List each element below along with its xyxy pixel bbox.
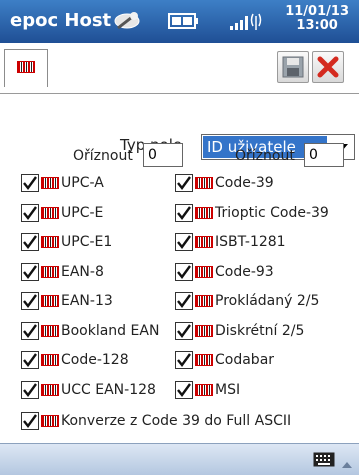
clock-date: 11/01/13 <box>285 4 349 19</box>
chevron-up-icon[interactable] <box>342 454 352 473</box>
checkbox-box[interactable] <box>21 380 39 399</box>
checkbox-label: UPC-E1 <box>61 234 113 250</box>
trim-left-label: Oříznout <box>73 148 133 164</box>
barcode-icon <box>41 206 59 219</box>
barcode-icon <box>195 177 213 189</box>
barcode-icon <box>41 354 59 366</box>
trim-right-label: Oříznout <box>235 148 295 164</box>
barcode-icon <box>41 324 59 337</box>
checkbox-isbt-1281[interactable]: ISBT-1281 <box>175 231 286 253</box>
checkbox-upc-e1[interactable]: UPC-E1 <box>21 231 112 253</box>
checkbox-bookland-ean[interactable]: Bookland EAN <box>21 320 159 342</box>
checkbox-label: Konverze z Code 39 do Full ASCII <box>61 413 292 429</box>
sync-icon[interactable] <box>112 8 142 38</box>
clock-time: 13:00 <box>296 18 338 33</box>
barcode-icon <box>41 177 59 189</box>
checkbox-label: MSI <box>215 381 241 398</box>
toolbar <box>0 43 359 94</box>
checkbox-ean-13[interactable]: EAN-13 <box>21 290 113 312</box>
checkbox-box[interactable] <box>21 233 39 251</box>
barcode-icon <box>41 265 59 278</box>
barcode-icon <box>17 61 35 73</box>
barcode-icon <box>195 354 213 366</box>
title-bar: epoc Host 11/01/13 13:00 <box>0 0 359 43</box>
checkbox-box[interactable] <box>21 292 39 310</box>
checkbox-box[interactable] <box>175 203 193 222</box>
checkbox-full-ascii[interactable]: Konverze z Code 39 do Full ASCII <box>21 410 291 432</box>
checkbox-label: Codabar <box>215 352 275 368</box>
checkbox-box[interactable] <box>21 412 39 430</box>
checkbox-box[interactable] <box>21 321 39 340</box>
red-x-icon <box>317 56 339 78</box>
barcode-icon <box>41 295 59 307</box>
keyboard-icon[interactable] <box>313 452 335 471</box>
barcode-icon <box>41 415 59 427</box>
barcode-icon <box>195 295 213 307</box>
checkbox-label: ISBT-1281 <box>215 234 286 250</box>
checkbox-label: UPC-E <box>61 204 104 221</box>
checkbox-label: Code-39 <box>215 175 274 191</box>
floppy-save-icon <box>282 56 304 78</box>
checkbox-box[interactable] <box>175 292 193 310</box>
checkbox-upc-e[interactable]: UPC-E <box>21 202 103 224</box>
checkbox-box[interactable] <box>175 262 193 281</box>
checkbox-ean-8[interactable]: EAN-8 <box>21 261 104 283</box>
barcode-icon <box>41 383 59 396</box>
checkbox-label: Code-93 <box>215 263 274 280</box>
checkbox-upc-a[interactable]: UPC-A <box>21 172 104 194</box>
checkbox-box[interactable] <box>21 203 39 222</box>
checkbox-label: EAN-13 <box>61 293 113 309</box>
checkbox-label: Bookland EAN <box>61 322 160 339</box>
checkbox-label: Trioptic Code-39 <box>215 204 329 221</box>
checkbox-codabar[interactable]: Codabar <box>175 349 274 371</box>
checkbox-label: Diskrétní 2/5 <box>215 322 305 339</box>
checkbox-box[interactable] <box>175 321 193 340</box>
checkbox-box[interactable] <box>21 351 39 369</box>
checkbox-label: Code-128 <box>61 352 129 368</box>
barcode-icon <box>195 236 213 248</box>
checkbox-msi[interactable]: MSI <box>175 379 240 401</box>
barcode-icon <box>41 236 59 248</box>
checkbox-prokl-dan-2-5[interactable]: Prokládaný 2/5 <box>175 290 319 312</box>
save-button[interactable] <box>277 51 309 83</box>
bottom-bar <box>0 443 359 475</box>
barcode-icon <box>195 383 213 396</box>
trim-right-input[interactable]: 0 <box>304 143 344 167</box>
checkbox-box[interactable] <box>175 233 193 251</box>
checkbox-ucc-ean-128[interactable]: UCC EAN-128 <box>21 379 156 401</box>
barcode-icon <box>195 265 213 278</box>
barcode-icon <box>195 206 213 219</box>
checkbox-label: EAN-8 <box>61 263 104 280</box>
checkbox-label: UCC EAN-128 <box>61 381 156 398</box>
checkbox-code-39[interactable]: Code-39 <box>175 172 274 194</box>
tab-barcode[interactable] <box>4 49 48 87</box>
checkbox-label: UPC-A <box>61 175 104 191</box>
app-title: epoc Host <box>10 10 112 31</box>
checkbox-box[interactable] <box>175 351 193 369</box>
checkbox-label: Prokládaný 2/5 <box>215 293 320 309</box>
checkbox-box[interactable] <box>21 174 39 192</box>
checkbox-trioptic-code-39[interactable]: Trioptic Code-39 <box>175 202 329 224</box>
checkbox-box[interactable] <box>175 174 193 192</box>
checkbox-diskr-tn-2-5[interactable]: Diskrétní 2/5 <box>175 320 304 342</box>
trim-left-input[interactable]: 0 <box>143 143 183 167</box>
signal-icon[interactable] <box>229 10 263 36</box>
checkbox-box[interactable] <box>21 262 39 281</box>
checkbox-box[interactable] <box>175 380 193 399</box>
checkbox-code-93[interactable]: Code-93 <box>175 261 274 283</box>
clock[interactable]: 11/01/13 13:00 <box>285 5 349 33</box>
checkbox-code-128[interactable]: Code-128 <box>21 349 129 371</box>
battery-icon[interactable] <box>168 12 200 34</box>
close-button[interactable] <box>312 51 344 83</box>
barcode-icon <box>195 324 213 337</box>
